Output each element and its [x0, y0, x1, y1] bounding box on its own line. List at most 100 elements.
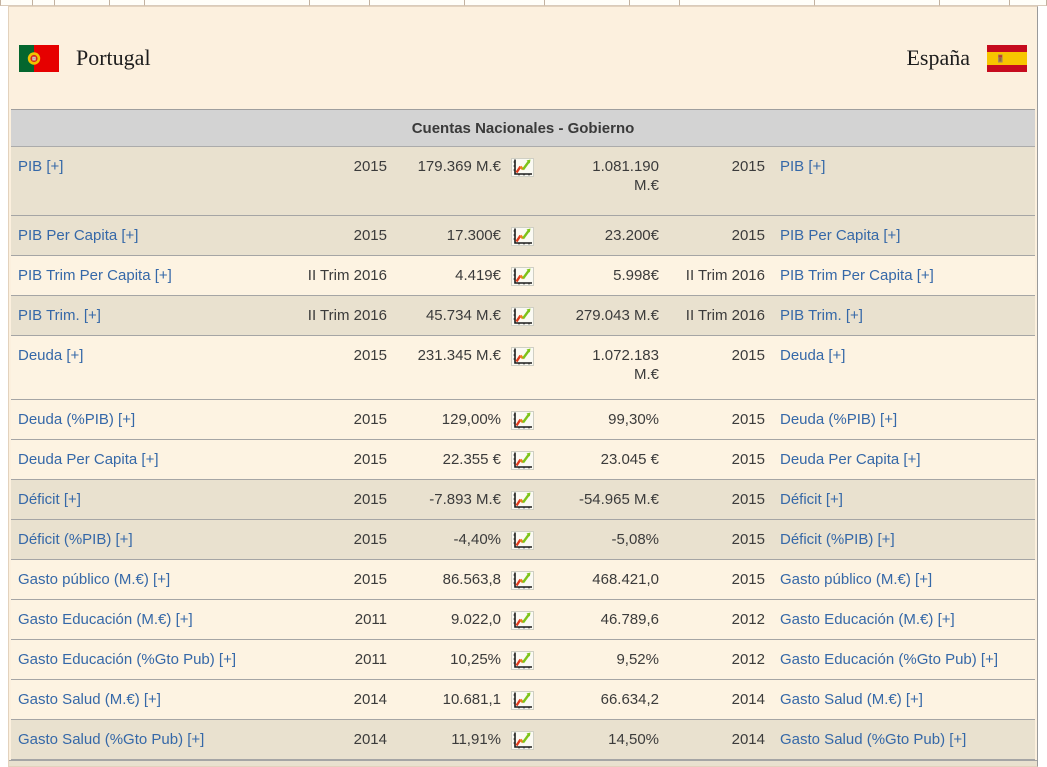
value-espana: -54.965 M.€ [543, 490, 659, 519]
value-portugal: 10.681,1 [387, 690, 501, 719]
indicator-link-espana[interactable]: Deuda (%PIB) [+] [780, 411, 897, 428]
chart-icon[interactable] [511, 691, 534, 710]
year-espana: 2015 [659, 570, 765, 599]
indicator-link-portugal[interactable]: Gasto Salud (%Gto Pub) [+] [18, 731, 204, 748]
chart-icon[interactable] [511, 731, 534, 750]
value-portugal: 10,25% [387, 650, 501, 679]
table-row: Deuda [+] 2015 231.345 M.€ 1.072.183 M.€… [11, 336, 1035, 400]
year-espana: 2014 [659, 690, 765, 719]
year-portugal: 2015 [283, 450, 387, 479]
year-espana: 2014 [659, 730, 765, 759]
value-espana: 14,50% [543, 730, 659, 759]
table-row: Gasto Salud (M.€) [+] 2014 10.681,1 66.6… [11, 680, 1035, 720]
chart-icon[interactable] [511, 411, 534, 430]
year-espana: 2015 [659, 157, 765, 215]
partial-next-row [9, 760, 1037, 767]
indicator-link-espana[interactable]: Déficit [+] [780, 491, 843, 508]
indicator-link-espana[interactable]: Gasto Educación (%Gto Pub) [+] [780, 651, 998, 668]
year-portugal: II Trim 2016 [283, 306, 387, 335]
year-portugal: II Trim 2016 [283, 266, 387, 295]
indicator-link-espana[interactable]: PIB Trim Per Capita [+] [780, 267, 934, 284]
indicator-link-espana[interactable]: Gasto Salud (M.€) [+] [780, 691, 923, 708]
chart-icon[interactable] [511, 267, 534, 286]
table-row: Gasto público (M.€) [+] 2015 86.563,8 46… [11, 560, 1035, 600]
table-row: Gasto Educación (M.€) [+] 2011 9.022,0 4… [11, 600, 1035, 640]
spain-flag-icon [987, 45, 1027, 72]
year-espana: 2015 [659, 530, 765, 559]
indicator-link-espana[interactable]: PIB Per Capita [+] [780, 227, 900, 244]
year-portugal: 2014 [283, 690, 387, 719]
year-portugal: 2015 [283, 410, 387, 439]
indicator-link-portugal[interactable]: PIB Trim Per Capita [+] [18, 267, 172, 284]
chart-icon[interactable] [511, 307, 534, 326]
portugal-flag-icon [19, 45, 59, 72]
indicator-link-portugal[interactable]: Déficit [+] [18, 491, 81, 508]
indicator-link-portugal[interactable]: PIB Trim. [+] [18, 307, 101, 324]
chart-icon[interactable] [511, 611, 534, 630]
country-name-portugal: Portugal [76, 45, 151, 71]
country-header: Portugal España [9, 7, 1037, 109]
year-portugal: 2015 [283, 570, 387, 599]
value-espana: 99,30% [543, 410, 659, 439]
year-espana: 2015 [659, 490, 765, 519]
table-row: Gasto Salud (%Gto Pub) [+] 2014 11,91% 1… [11, 720, 1035, 760]
value-espana: 1.072.183 M.€ [543, 346, 659, 399]
table-row: Déficit (%PIB) [+] 2015 -4,40% -5,08% 20… [11, 520, 1035, 560]
chart-icon[interactable] [511, 227, 534, 246]
chart-icon[interactable] [511, 347, 534, 366]
table-row: Déficit [+] 2015 -7.893 M.€ -54.965 M.€ … [11, 480, 1035, 520]
value-espana: 468.421,0 [543, 570, 659, 599]
value-espana: 23.200€ [543, 226, 659, 255]
table-row: Deuda (%PIB) [+] 2015 129,00% 99,30% 201… [11, 400, 1035, 440]
indicator-link-portugal[interactable]: Deuda (%PIB) [+] [18, 411, 135, 428]
year-portugal: 2015 [283, 490, 387, 519]
value-portugal: 22.355 € [387, 450, 501, 479]
year-espana: 2015 [659, 450, 765, 479]
country-left: Portugal [19, 45, 151, 72]
indicator-link-espana[interactable]: PIB [+] [780, 158, 825, 175]
table-row: Deuda Per Capita [+] 2015 22.355 € 23.04… [11, 440, 1035, 480]
indicator-link-portugal[interactable]: Déficit (%PIB) [+] [18, 531, 133, 548]
value-portugal: 17.300€ [387, 226, 501, 255]
indicator-link-portugal[interactable]: PIB [+] [18, 158, 63, 175]
indicator-link-espana[interactable]: Deuda Per Capita [+] [780, 451, 921, 468]
chart-icon[interactable] [511, 491, 534, 510]
value-espana: 279.043 M.€ [543, 306, 659, 335]
chart-icon[interactable] [511, 651, 534, 670]
value-espana: -5,08% [543, 530, 659, 559]
value-portugal: -7.893 M.€ [387, 490, 501, 519]
year-portugal: 2015 [283, 530, 387, 559]
chart-icon[interactable] [511, 158, 534, 177]
indicator-link-portugal[interactable]: Deuda Per Capita [+] [18, 451, 159, 468]
value-espana: 9,52% [543, 650, 659, 679]
indicator-link-portugal[interactable]: Gasto Educación (%Gto Pub) [+] [18, 651, 236, 668]
indicator-link-portugal[interactable]: Gasto Salud (M.€) [+] [18, 691, 161, 708]
indicator-link-espana[interactable]: Gasto público (M.€) [+] [780, 571, 932, 588]
value-portugal: 231.345 M.€ [387, 346, 501, 399]
value-portugal: 9.022,0 [387, 610, 501, 639]
value-portugal: 179.369 M.€ [387, 157, 501, 215]
indicator-link-espana[interactable]: Déficit (%PIB) [+] [780, 531, 895, 548]
value-portugal: 4.419€ [387, 266, 501, 295]
year-espana: II Trim 2016 [659, 266, 765, 295]
indicator-link-portugal[interactable]: Gasto público (M.€) [+] [18, 571, 170, 588]
indicator-link-espana[interactable]: Deuda [+] [780, 347, 845, 364]
chart-icon[interactable] [511, 571, 534, 590]
year-portugal: 2011 [283, 610, 387, 639]
indicator-link-portugal[interactable]: Gasto Educación (M.€) [+] [18, 611, 193, 628]
year-portugal: 2011 [283, 650, 387, 679]
value-espana: 5.998€ [543, 266, 659, 295]
indicator-link-espana[interactable]: Gasto Educación (M.€) [+] [780, 611, 955, 628]
country-right: España [906, 45, 1027, 72]
comparison-panel: Portugal España Cuentas Nacionales - Gob… [8, 6, 1038, 767]
year-espana: 2015 [659, 346, 765, 399]
indicator-link-portugal[interactable]: Deuda [+] [18, 347, 83, 364]
chart-icon[interactable] [511, 531, 534, 550]
year-portugal: 2015 [283, 157, 387, 215]
country-name-espana: España [906, 45, 970, 71]
indicator-link-espana[interactable]: PIB Trim. [+] [780, 307, 863, 324]
year-espana: 2012 [659, 610, 765, 639]
indicator-link-espana[interactable]: Gasto Salud (%Gto Pub) [+] [780, 731, 966, 748]
chart-icon[interactable] [511, 451, 534, 470]
indicator-link-portugal[interactable]: PIB Per Capita [+] [18, 227, 138, 244]
